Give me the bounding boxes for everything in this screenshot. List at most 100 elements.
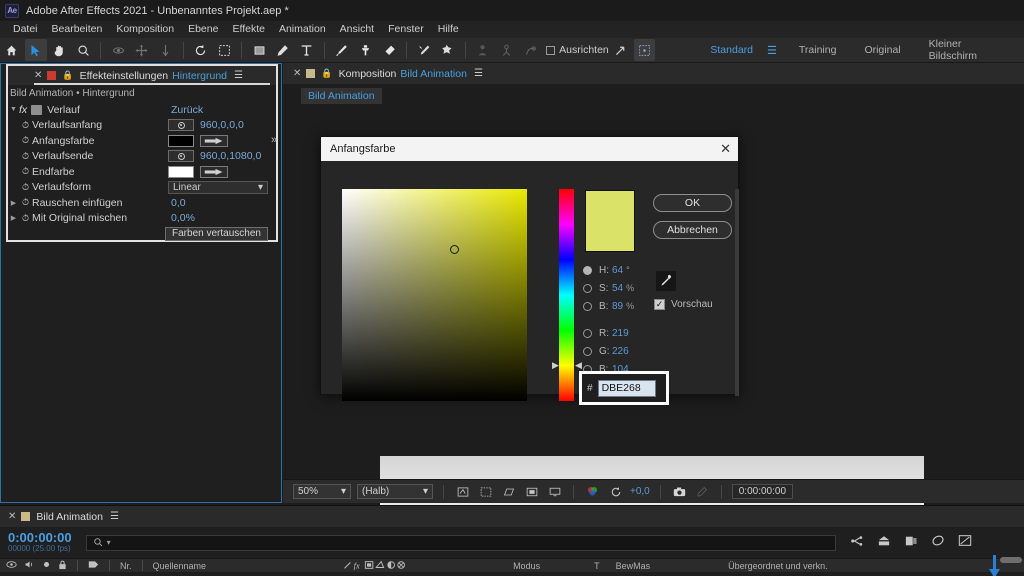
radio-b[interactable] xyxy=(583,301,592,311)
transparency-grid-icon[interactable] xyxy=(477,484,494,499)
region-of-interest-icon[interactable] xyxy=(454,484,471,499)
menu-fenster[interactable]: Fenster xyxy=(381,21,431,38)
comp-timecode[interactable]: 0:00:00:00 xyxy=(731,484,794,499)
graph-editor-brainstorm-icon[interactable] xyxy=(931,534,945,552)
eye-icon[interactable] xyxy=(6,560,17,571)
workspace-kleiner-bildschirm[interactable]: Kleiner Bildschirm xyxy=(915,38,1024,62)
type-tool-icon[interactable] xyxy=(296,39,318,61)
value-s[interactable]: 54 xyxy=(612,283,623,294)
point-picker-icon[interactable] xyxy=(168,150,194,163)
gradient-shape-dropdown[interactable]: Linear ▾ xyxy=(168,180,268,194)
channel-rgb-icon[interactable] xyxy=(584,484,601,499)
close-icon[interactable]: ✕ xyxy=(34,70,42,81)
param-row-endfarbe[interactable]: ⏱ Endfarbe xyxy=(8,164,276,180)
twirl-right-icon[interactable]: ▶ xyxy=(8,214,19,222)
column-header-nr[interactable]: Nr. xyxy=(120,561,132,571)
composition-sub-tab[interactable]: Bild Animation xyxy=(301,88,382,104)
exposure-value[interactable]: +0,0 xyxy=(630,486,650,497)
lock-icon[interactable]: 🔒 xyxy=(321,68,332,79)
menu-ebene[interactable]: Ebene xyxy=(181,21,225,38)
motion-blur-icon[interactable] xyxy=(904,534,918,552)
snapshot-camera-icon[interactable] xyxy=(671,484,688,499)
hue-slider[interactable] xyxy=(559,189,574,401)
menu-effekte[interactable]: Effekte xyxy=(225,21,272,38)
roto-brush-icon[interactable] xyxy=(413,39,435,61)
selection-tool-icon[interactable] xyxy=(24,39,47,61)
grid-snap-icon[interactable] xyxy=(633,39,656,61)
snap-arrow-icon[interactable] xyxy=(610,39,632,61)
dolly-tool-icon[interactable] xyxy=(155,39,177,61)
orbit-tool-icon[interactable] xyxy=(107,39,129,61)
snapping-checkbox[interactable] xyxy=(546,45,556,55)
timeline-tab[interactable]: ✕ Bild Animation ☰ xyxy=(0,506,1024,527)
pan-tool-icon[interactable] xyxy=(131,39,153,61)
timeline-playhead[interactable] xyxy=(989,555,1000,576)
column-header-uebergeordnet[interactable]: Übergeordnet und verkn. xyxy=(728,561,828,571)
shy-layers-icon[interactable] xyxy=(850,534,864,552)
graph-editor-icon[interactable] xyxy=(958,534,972,552)
radio-r[interactable] xyxy=(583,328,592,338)
resolution-dropdown[interactable]: (Halb) ▾ xyxy=(357,484,433,499)
stopwatch-icon[interactable]: ⏱ xyxy=(19,135,32,146)
close-icon[interactable]: ✕ xyxy=(293,68,301,79)
value-b[interactable]: 89 xyxy=(612,301,623,312)
color-swatch-start[interactable] xyxy=(168,134,194,147)
preview-checkbox[interactable]: ✓ xyxy=(654,299,665,310)
composition-tab[interactable]: ✕ 🔒 Komposition Bild Animation ☰ xyxy=(283,63,1024,84)
hand-tool-icon[interactable] xyxy=(49,39,71,61)
panel-menu-icon[interactable]: ☰ xyxy=(234,70,243,81)
param-row-verlaufsende[interactable]: ⏱ Verlaufsende 960,0,1080,0 xyxy=(8,149,276,165)
close-icon[interactable]: ✕ xyxy=(720,141,731,157)
column-header-modus[interactable]: Modus xyxy=(513,561,540,571)
frame-blend-icon[interactable] xyxy=(877,534,891,552)
param-value[interactable]: 960,0,0,0 xyxy=(200,119,244,131)
menu-animation[interactable]: Animation xyxy=(272,21,333,38)
param-row-verlaufsanfang[interactable]: ⏱ Verlaufsanfang 960,0,0,0 xyxy=(8,118,276,134)
effect-controls-tab[interactable]: ✕ 🔒 Effekteinstellungen Hintergrund ☰ xyxy=(8,66,276,85)
panel-menu-icon[interactable]: ☰ xyxy=(474,68,483,79)
stopwatch-icon[interactable]: ⏱ xyxy=(19,213,32,224)
cancel-button[interactable]: Abbrechen xyxy=(653,221,732,239)
show-snapshot-icon[interactable] xyxy=(694,484,711,499)
radio-g[interactable] xyxy=(583,346,592,356)
stopwatch-icon[interactable]: ⏱ xyxy=(19,151,32,162)
audio-icon[interactable] xyxy=(24,560,35,571)
point-picker-icon[interactable] xyxy=(168,119,194,132)
param-value[interactable]: 0,0 xyxy=(171,197,186,209)
param-row-rauschen[interactable]: ▶ ⏱ Rauschen einfügen 0,0 xyxy=(8,195,276,211)
lock-icon[interactable]: 🔒 xyxy=(62,70,73,81)
sv-cursor[interactable] xyxy=(450,245,459,254)
column-header-quellenname[interactable]: Quellenname xyxy=(153,561,207,571)
rgb-row-r[interactable]: R: 219 xyxy=(583,324,634,342)
zoom-level-dropdown[interactable]: 50% ▾ xyxy=(293,484,351,499)
color-swatch-end[interactable] xyxy=(168,165,194,178)
value-r[interactable]: 219 xyxy=(612,328,629,339)
menu-bearbeiten[interactable]: Bearbeiten xyxy=(45,21,110,38)
radio-h[interactable] xyxy=(583,265,592,275)
menu-komposition[interactable]: Komposition xyxy=(109,21,181,38)
param-row-verlaufsform[interactable]: ⏱ Verlaufsform Linear ▾ xyxy=(8,180,276,196)
puppet-overlap-icon[interactable] xyxy=(472,39,494,61)
hsb-row-b[interactable]: B: 89 % xyxy=(583,297,634,315)
puppet-pin-icon[interactable] xyxy=(437,39,459,61)
hex-field-wrapper[interactable]: # xyxy=(579,371,669,405)
stopwatch-icon[interactable]: ⏱ xyxy=(19,182,32,193)
snapping-group[interactable]: Ausrichten xyxy=(546,44,609,56)
timeline-search-input[interactable]: ▾ xyxy=(85,534,836,551)
eyedropper-icon[interactable] xyxy=(200,165,228,178)
workspace-menu-icon[interactable]: ☰ xyxy=(767,44,785,57)
twirl-down-icon[interactable]: ▼ xyxy=(8,106,19,113)
saturation-brightness-field[interactable] xyxy=(342,189,527,401)
ok-button[interactable]: OK xyxy=(653,194,732,212)
eyedropper-icon[interactable] xyxy=(656,271,676,291)
close-icon[interactable]: ✕ xyxy=(8,511,16,522)
workspace-original[interactable]: Original xyxy=(850,44,914,56)
reset-link[interactable]: Zurück xyxy=(171,104,203,116)
hsb-row-h[interactable]: H: 64 ° xyxy=(583,261,634,279)
title-safe-icon[interactable] xyxy=(523,484,540,499)
workspace-training[interactable]: Training xyxy=(785,44,851,56)
param-row-mit-original-mischen[interactable]: ▶ ⏱ Mit Original mischen 0,0% xyxy=(8,211,276,227)
shape-tool-icon[interactable] xyxy=(248,39,270,61)
panel-menu-icon[interactable]: ☰ xyxy=(110,511,119,522)
twirl-right-icon[interactable]: ▶ xyxy=(8,199,19,207)
